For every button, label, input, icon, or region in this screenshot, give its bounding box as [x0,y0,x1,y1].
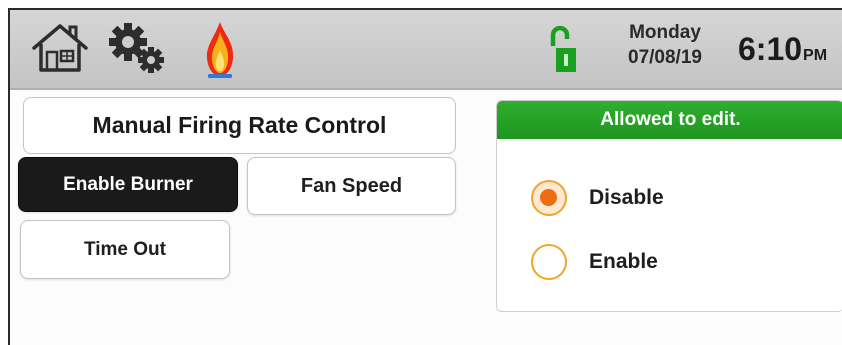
radio-button-disable[interactable] [531,180,567,216]
panel-header: Allowed to edit. [497,101,842,139]
time-label: 6:10 [738,31,803,67]
screen: Monday 07/08/19 6:10PM Manual Firing Rat… [8,8,842,345]
unlocked-padlock-icon [548,26,578,74]
status-bar: Monday 07/08/19 6:10PM [10,10,842,90]
date-display: Monday 07/08/19 [615,20,715,70]
radio-label-enable: Enable [589,250,658,273]
radio-button-enable[interactable] [531,244,567,280]
fan-speed-button[interactable]: Fan Speed [247,157,456,215]
radio-option-disable[interactable]: Disable [531,180,664,216]
gear-icon[interactable] [106,20,170,76]
time-out-button[interactable]: Time Out [20,220,230,279]
am-pm-label: PM [803,47,828,64]
home-icon[interactable] [30,22,90,74]
page-title: Manual Firing Rate Control [23,97,456,154]
radio-label-disable: Disable [589,186,664,209]
date-label: 07/08/19 [628,47,702,68]
edit-panel: Allowed to edit. Disable Enable [496,100,842,312]
flame-icon [204,20,236,80]
enable-burner-button[interactable]: Enable Burner [18,157,238,212]
clock: 6:10PM [738,31,827,68]
day-label: Monday [629,22,701,43]
radio-option-enable[interactable]: Enable [531,244,658,280]
